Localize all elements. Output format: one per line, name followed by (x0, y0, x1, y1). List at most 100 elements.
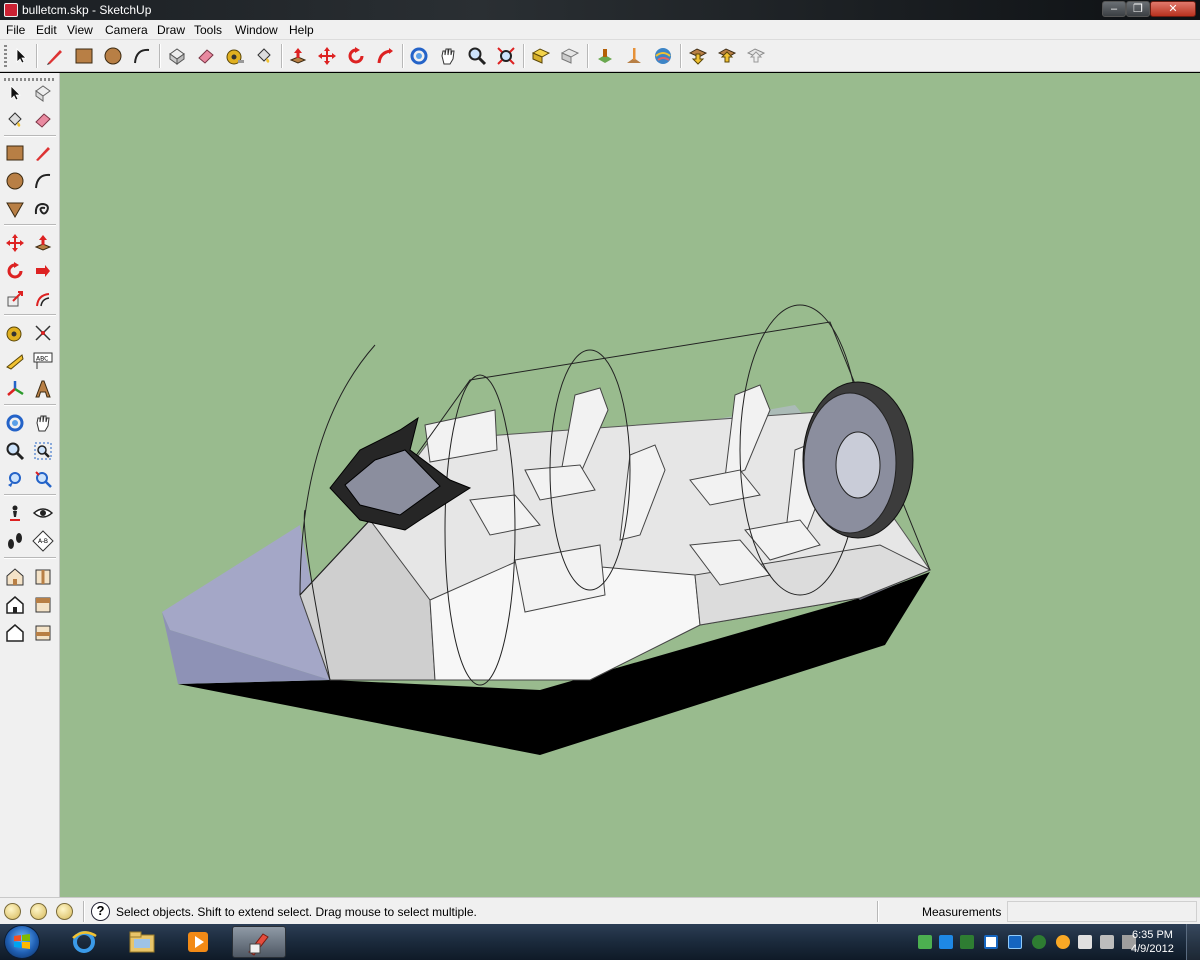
user-account-icon[interactable] (56, 903, 73, 920)
make-component-icon[interactable] (164, 44, 190, 68)
clock-date[interactable]: 4/9/2012 (1131, 943, 1174, 955)
minimize-button[interactable]: – (1102, 1, 1126, 17)
get-models-icon[interactable] (528, 44, 554, 68)
bullet-car-model[interactable] (60, 73, 1200, 897)
shield-icon[interactable] (939, 935, 953, 949)
move-icon[interactable] (2, 230, 28, 256)
sketchup-app-icon[interactable] (4, 3, 18, 17)
menu-window[interactable]: Window (235, 23, 278, 37)
add-location-icon[interactable] (592, 44, 618, 68)
menu-tools[interactable]: Tools (194, 23, 222, 37)
section-plane-icon[interactable]: A-B (30, 528, 56, 554)
maximize-button[interactable]: ❐ (1126, 1, 1150, 17)
sketchup-icon[interactable] (232, 926, 286, 958)
menu-file[interactable]: File (6, 23, 25, 37)
front-view-icon[interactable] (2, 592, 28, 618)
scale-icon[interactable] (2, 286, 28, 312)
star-icon[interactable] (1032, 935, 1046, 949)
internet-explorer-icon[interactable] (58, 926, 110, 958)
follow-me-icon[interactable] (372, 44, 398, 68)
line-icon[interactable] (30, 140, 56, 166)
rectangle-icon[interactable] (71, 44, 97, 68)
credits-icon[interactable] (30, 903, 47, 920)
polygon-icon[interactable] (2, 196, 28, 222)
text-icon[interactable]: ABC (30, 348, 56, 374)
circle-icon[interactable] (100, 44, 126, 68)
zoom-icon[interactable] (2, 438, 28, 464)
rectangle-icon[interactable] (2, 140, 28, 166)
freehand-icon[interactable] (30, 196, 56, 222)
close-button[interactable]: ✕ (1150, 1, 1196, 17)
zoom-window-icon[interactable] (30, 438, 56, 464)
toggle-terrain-icon[interactable] (621, 44, 647, 68)
pan-icon[interactable] (435, 44, 461, 68)
offset-icon[interactable] (30, 286, 56, 312)
follow-me-icon[interactable] (30, 258, 56, 284)
push-pull-icon[interactable] (30, 230, 56, 256)
paint-bucket-icon[interactable] (251, 44, 277, 68)
iso-view-icon[interactable] (2, 564, 28, 590)
geo-location-icon[interactable] (4, 903, 21, 920)
move-icon[interactable] (314, 44, 340, 68)
share-model-icon[interactable] (557, 44, 583, 68)
zoom-icon[interactable] (464, 44, 490, 68)
pencil-line-icon[interactable] (42, 44, 68, 68)
menu-view[interactable]: View (67, 23, 93, 37)
right-view-icon[interactable] (30, 592, 56, 618)
orbit-icon[interactable] (406, 44, 432, 68)
arc-icon[interactable] (129, 44, 155, 68)
menu-camera[interactable]: Camera (105, 23, 148, 37)
windows-explorer-icon[interactable] (116, 926, 168, 958)
select-icon[interactable] (2, 80, 28, 106)
instructor-help-icon[interactable]: ? (91, 902, 110, 921)
network-sync-icon[interactable] (918, 935, 932, 949)
measurements-input[interactable] (1007, 901, 1197, 922)
position-camera-icon[interactable] (2, 500, 28, 526)
dimension-icon[interactable] (30, 320, 56, 346)
tape-measure-icon[interactable] (2, 320, 28, 346)
axes-icon[interactable] (2, 376, 28, 402)
get-current-view-icon[interactable] (685, 44, 711, 68)
flag-icon[interactable] (1078, 935, 1092, 949)
top-view-icon[interactable] (30, 564, 56, 590)
menu-draw[interactable]: Draw (157, 23, 185, 37)
circle-icon[interactable] (2, 168, 28, 194)
eraser-icon[interactable] (30, 107, 56, 133)
show-desktop-button[interactable] (1186, 924, 1200, 960)
back-view-icon[interactable] (2, 620, 28, 646)
arc-icon[interactable] (30, 168, 56, 194)
orbit-icon[interactable] (2, 410, 28, 436)
share-component-icon[interactable] (743, 44, 769, 68)
google-earth-icon[interactable] (650, 44, 676, 68)
network-icon[interactable] (1100, 935, 1114, 949)
tape-measure-icon[interactable] (222, 44, 248, 68)
walk-icon[interactable] (2, 528, 28, 554)
eraser-icon[interactable] (193, 44, 219, 68)
zoom-extents-icon[interactable] (493, 44, 519, 68)
previous-view-icon[interactable] (2, 466, 28, 492)
protractor-icon[interactable] (2, 348, 28, 374)
3d-text-icon[interactable] (30, 376, 56, 402)
bluetooth-icon[interactable] (960, 935, 974, 949)
zoom-extents-icon[interactable] (30, 466, 56, 492)
paint-bucket-icon[interactable] (2, 107, 28, 133)
media-player-icon[interactable] (172, 926, 224, 958)
left-view-icon[interactable] (30, 620, 56, 646)
toolbar-grip[interactable] (4, 45, 7, 67)
monitor-icon[interactable] (1008, 935, 1022, 949)
make-component-icon[interactable] (30, 80, 56, 106)
menu-edit[interactable]: Edit (36, 23, 57, 37)
select-arrow-icon[interactable] (8, 44, 34, 68)
place-model-icon[interactable] (714, 44, 740, 68)
drawing-viewport[interactable] (60, 73, 1200, 897)
clock-time[interactable]: 6:35 PM (1132, 929, 1173, 941)
push-pull-icon[interactable] (285, 44, 311, 68)
s-badge-icon[interactable] (984, 935, 998, 949)
settings-icon[interactable] (1056, 935, 1070, 949)
rotate-icon[interactable] (343, 44, 369, 68)
rotate-icon[interactable] (2, 258, 28, 284)
menu-help[interactable]: Help (289, 23, 314, 37)
pan-icon[interactable] (30, 410, 56, 436)
start-button[interactable] (4, 925, 40, 959)
look-around-icon[interactable] (30, 500, 56, 526)
